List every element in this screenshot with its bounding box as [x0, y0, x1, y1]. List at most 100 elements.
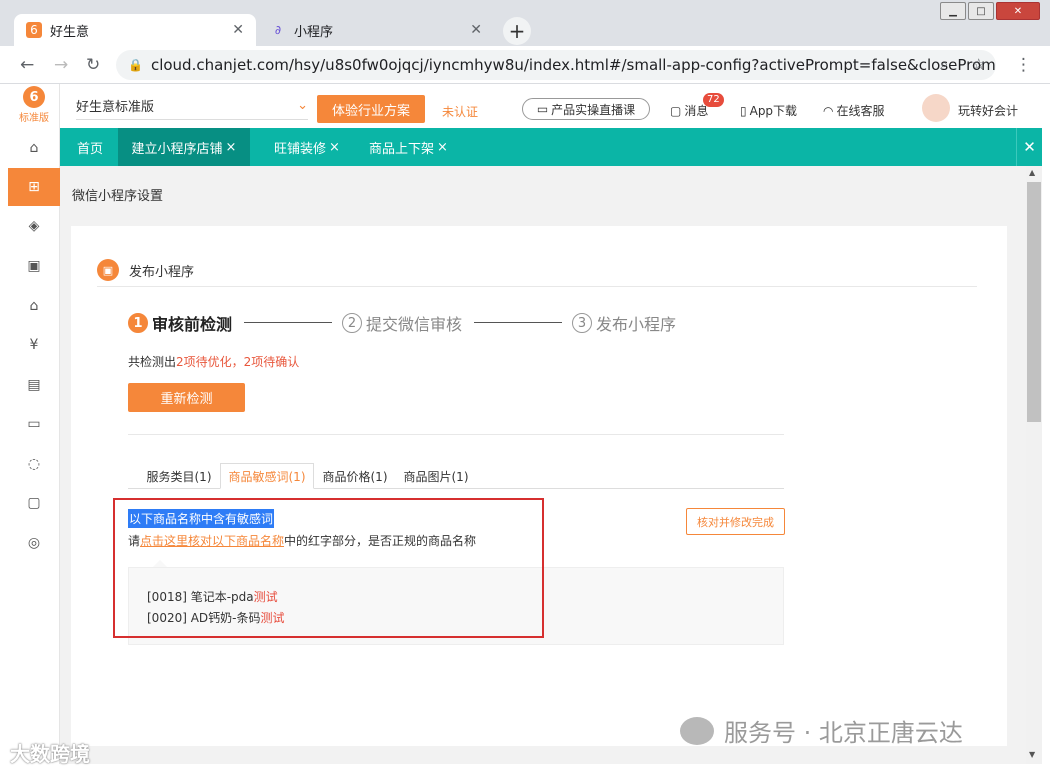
close-icon[interactable]: × — [437, 140, 448, 155]
scrollbar[interactable]: ▲ ▼ — [1026, 166, 1042, 764]
zoom-icon[interactable]: ⌕ — [940, 55, 948, 73]
bag-icon[interactable]: ▣ — [8, 247, 60, 285]
new-tab-button[interactable]: + — [503, 17, 531, 45]
minimize-button[interactable]: ▁ — [940, 2, 966, 20]
message-count-badge: 72 — [703, 93, 724, 107]
divider — [97, 286, 977, 287]
step-label: 审核前检测 — [152, 315, 233, 334]
close-all-tabs-icon[interactable]: ✕ — [1016, 128, 1042, 166]
subtab-images[interactable]: 商品图片(1) — [398, 463, 474, 489]
watermark-bottom-right: 服务号 · 北京正唐云达 — [680, 713, 963, 748]
app-logo[interactable]: 6 标准版 — [14, 86, 54, 126]
annotation-highlight-box — [113, 498, 544, 638]
step-number: 2 — [342, 313, 362, 333]
tv-icon: ▭ — [536, 102, 549, 116]
bookmark-star-icon[interactable]: ☆ — [972, 55, 985, 73]
logo-icon: 6 — [23, 86, 45, 108]
maximize-button[interactable]: □ — [968, 2, 994, 20]
gift-icon[interactable]: ⊞ — [8, 168, 60, 206]
warehouse-icon[interactable]: ⌂ — [8, 287, 60, 325]
chevron-down-icon: ⌄ — [297, 98, 308, 113]
window-close-button[interactable]: ✕ — [996, 2, 1040, 20]
subtab-price[interactable]: 商品价格(1) — [318, 463, 392, 489]
trial-solution-button[interactable]: 体验行业方案 — [317, 95, 425, 123]
online-service-button[interactable]: ◠ 在线客服 — [823, 102, 885, 119]
new-icon[interactable]: ▢ — [8, 484, 60, 522]
watermark-bottom-left: 大数跨境 — [10, 742, 90, 766]
tab-decorate[interactable]: 旺铺装修 × — [274, 128, 340, 166]
tab-build-store[interactable]: 建立小程序店铺 × — [118, 128, 250, 166]
live-course-button[interactable]: ▭ 产品实操直播课 — [522, 98, 650, 120]
app-favicon-icon: 6 — [26, 22, 42, 38]
summary-prefix: 共检测出 — [128, 355, 177, 369]
check-summary: 共检测出2项待优化，2项待确认 — [128, 353, 299, 370]
reload-icon[interactable]: ↻ — [86, 55, 100, 75]
subtab-sensitive-words[interactable]: 商品敏感词(1) — [220, 463, 314, 489]
step-label: 提交微信审核 — [366, 315, 463, 334]
wechat-icon — [680, 716, 714, 745]
url-text: cloud.chanjet.com/hsy/u8s0fw0ojqcj/iyncm… — [150, 56, 996, 74]
tab-label: 商品上下架 — [369, 141, 435, 157]
recheck-button[interactable]: 重新检测 — [128, 383, 245, 412]
page-title: 微信小程序设置 — [72, 189, 164, 204]
app-download-button[interactable]: ▯ App下载 — [740, 102, 797, 119]
sidebar: 6 标准版 ⌂ ⊞ ◈ ▣ ⌂ ¥ ▤ ▭ ◌ ▢ ◎ — [8, 84, 60, 764]
unverified-link[interactable]: 未认证 — [442, 103, 478, 120]
messages-button[interactable]: ▢ 消息 — [670, 102, 708, 119]
message-icon: ▢ — [670, 103, 682, 118]
step-label: 发布小程序 — [596, 315, 677, 334]
address-bar: ← → ↻ 🔒 cloud.chanjet.com/hsy/u8s0fw0ojq… — [0, 46, 1050, 84]
step-1: 1 审核前检测 — [128, 311, 232, 335]
tab-home[interactable]: 首页 — [77, 128, 103, 166]
browser-tab-active[interactable]: 6 好生意 ✕ — [14, 14, 256, 46]
online-service-label: 在线客服 — [836, 104, 885, 118]
tab-label: 建立小程序店铺 — [131, 141, 223, 157]
store-icon[interactable]: ◈ — [8, 207, 60, 245]
browser-tab-title: 好生意 — [50, 24, 90, 40]
section-title: 发布小程序 — [129, 265, 195, 280]
phone-icon: ▯ — [740, 103, 747, 118]
close-icon[interactable]: ✕ — [232, 22, 244, 38]
step-connector — [474, 322, 562, 323]
step-connector — [244, 322, 332, 323]
close-icon[interactable]: × — [329, 140, 340, 155]
edition-select[interactable]: 好生意标准版 ⌄ — [76, 92, 308, 120]
tab-listing[interactable]: 商品上下架 × — [369, 128, 448, 166]
avatar[interactable] — [922, 94, 950, 122]
step-number: 3 — [572, 313, 592, 333]
watermark-text: 服务号 · 北京正唐云达 — [724, 719, 963, 747]
summary-highlight: 2项待优化，2项待确认 — [176, 355, 300, 369]
tab-label: 旺铺装修 — [274, 141, 327, 157]
scroll-down-icon[interactable]: ▼ — [1029, 750, 1035, 759]
card-icon[interactable]: ▭ — [8, 405, 60, 443]
nav-tabbar: 首页 建立小程序店铺 × 旺铺装修 × 商品上下架 × ✕ — [60, 128, 1042, 166]
money-icon[interactable]: ¥ — [8, 326, 60, 364]
publish-icon: ▣ — [97, 259, 119, 281]
chat-icon[interactable]: ◎ — [8, 524, 60, 562]
close-icon[interactable]: ✕ — [470, 22, 482, 38]
scrollbar-thumb[interactable] — [1027, 182, 1041, 422]
home-icon[interactable]: ⌂ — [8, 129, 60, 167]
lock-icon: 🔒 — [128, 58, 143, 72]
step-3: 3 发布小程序 — [572, 311, 676, 335]
confirm-done-button[interactable]: 核对并修改完成 — [686, 508, 785, 535]
back-icon[interactable]: ← — [20, 55, 34, 75]
subtab-service-category[interactable]: 服务类目(1) — [140, 463, 218, 489]
report-icon[interactable]: ▤ — [8, 366, 60, 404]
edition-badge: 标准版 — [19, 113, 49, 124]
cycle-icon[interactable]: ◌ — [8, 445, 60, 483]
live-course-label: 产品实操直播课 — [551, 102, 636, 117]
browser-tabstrip: 6 好生意 ✕ ∂ 小程序 ✕ + ▁ □ ✕ — [0, 0, 1050, 46]
edition-select-value: 好生意标准版 — [76, 100, 155, 115]
user-name[interactable]: 玩转好会计 — [958, 102, 1018, 119]
scroll-up-icon[interactable]: ▲ — [1029, 168, 1035, 177]
browser-tab-title: 小程序 — [294, 24, 334, 40]
close-icon[interactable]: × — [226, 140, 237, 155]
step-2: 2 提交微信审核 — [342, 311, 462, 335]
app-download-label: App下载 — [749, 104, 798, 118]
menu-icon[interactable]: ⋮ — [1015, 55, 1032, 75]
browser-tab[interactable]: ∂ 小程序 ✕ — [258, 14, 494, 46]
forward-icon[interactable]: → — [54, 55, 68, 75]
divider — [128, 434, 784, 435]
url-field[interactable]: 🔒 cloud.chanjet.com/hsy/u8s0fw0ojqcj/iyn… — [116, 50, 996, 80]
